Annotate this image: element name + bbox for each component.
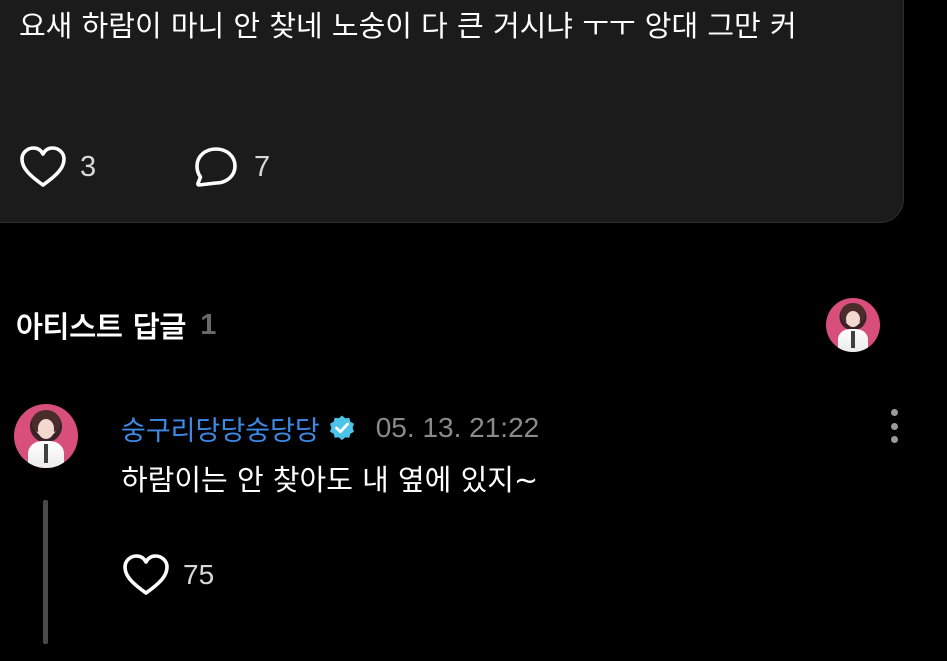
heart-outline-icon — [123, 554, 169, 595]
section-title: 아티스트 답글 — [16, 310, 187, 344]
post-comment-button[interactable]: 7 — [193, 144, 270, 190]
post-like-button[interactable]: 3 — [19, 144, 96, 190]
verified-badge-icon — [329, 415, 354, 441]
more-options-button[interactable] — [883, 405, 905, 447]
post-comment-count: 7 — [254, 150, 271, 183]
artist-replies-header: 아티스트 답글 1 — [16, 300, 216, 350]
heart-outline-icon — [20, 146, 66, 187]
speech-bubble-icon — [195, 147, 237, 187]
reply-author-name[interactable]: 숭구리당당숭당당 — [121, 409, 320, 448]
post-body-text: 요새 하람이 마니 안 찾네 노숭이 다 큰 거시냐 ㅜㅜ 앙대 그만 커 — [19, 9, 797, 43]
artist-avatar[interactable] — [826, 298, 880, 352]
section-reply-count: 1 — [200, 308, 217, 341]
more-vertical-icon — [890, 409, 898, 416]
post-like-count: 3 — [80, 150, 97, 183]
reply-like-count: 75 — [183, 559, 215, 590]
reply-author-avatar[interactable] — [14, 404, 78, 468]
reply-body-text: 하람이는 안 찾아도 내 옆에 있지~ — [121, 463, 539, 497]
reply-header: 숭구리당당숭당당 05. 13. 21:22 — [121, 406, 539, 450]
reply-timestamp: 05. 13. 21:22 — [375, 412, 540, 443]
thread-line — [43, 500, 48, 644]
post-card: 요새 하람이 마니 안 찾네 노숭이 다 큰 거시냐 ㅜㅜ 앙대 그만 커 3 … — [0, 0, 904, 223]
reply-like-button[interactable]: 75 — [122, 552, 214, 598]
